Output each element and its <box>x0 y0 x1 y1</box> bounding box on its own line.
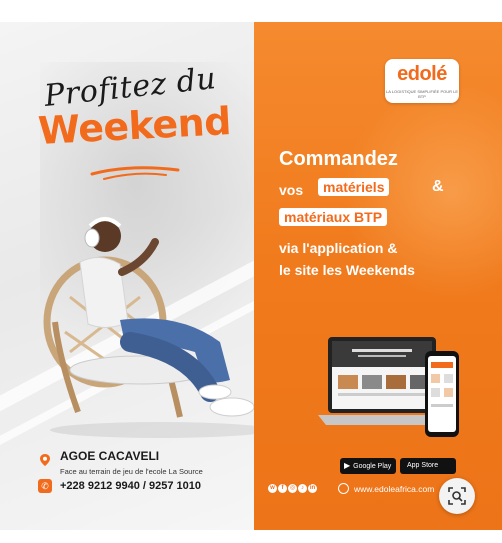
phone-icon: ✆ <box>38 479 52 493</box>
location-name: AGOE CACAVELI <box>60 449 160 463</box>
google-play-label: Google Play <box>353 463 392 470</box>
whatsapp-icon: w <box>268 484 277 493</box>
social-icons: w f ◎ ♪ in <box>268 484 317 493</box>
edole-logo: edolé LA LOGISTIQUE SIMPLIFIÉE POUR LE B… <box>385 59 459 103</box>
location-description: Face au terrain de jeu de l'ecole La Sou… <box>60 467 203 476</box>
promo-poster: Profitez du Weekend AGOE CACAVELI Face a… <box>0 22 502 530</box>
pill-materiels: matériels <box>318 178 390 196</box>
app-store-badge[interactable]: App Store <box>400 458 456 474</box>
google-play-badge[interactable]: ▶ Google Play <box>340 458 396 474</box>
left-panel: Profitez du Weekend AGOE CACAVELI Face a… <box>0 22 254 530</box>
logo-tagline: LA LOGISTIQUE SIMPLIFIÉE POUR LE BTP <box>385 89 459 99</box>
vos-text: vos <box>279 182 304 198</box>
app-line: via l'application & <box>279 240 398 256</box>
right-panel: edolé LA LOGISTIQUE SIMPLIFIÉE POUR LE B… <box>254 22 502 530</box>
tiktok-icon: ♪ <box>298 484 307 493</box>
facebook-icon: f <box>278 484 287 493</box>
zoom-lens-icon <box>448 487 466 505</box>
website-url: www.edoleafrica.com <box>354 484 435 494</box>
app-store-label: App Store <box>407 462 439 469</box>
instagram-icon: ◎ <box>288 484 297 493</box>
headline: Commandez <box>279 148 398 170</box>
phone-number: +228 9212 9940 / 9257 1010 <box>60 480 201 492</box>
linkedin-icon: in <box>308 484 317 493</box>
visual-search-button[interactable] <box>439 478 475 514</box>
location-pin-icon <box>40 454 50 466</box>
swoosh-decoration <box>90 166 180 180</box>
logo-text: edolé <box>397 63 447 85</box>
ampersand: & <box>432 178 444 195</box>
woman-in-chair-illustration <box>43 217 254 438</box>
pill-materiaux: matériaux BTP <box>279 208 388 226</box>
globe-icon <box>338 483 349 494</box>
google-play-icon: ▶ <box>344 461 351 470</box>
phone-mockup <box>425 351 459 437</box>
site-line: le site les Weekends <box>279 262 415 278</box>
